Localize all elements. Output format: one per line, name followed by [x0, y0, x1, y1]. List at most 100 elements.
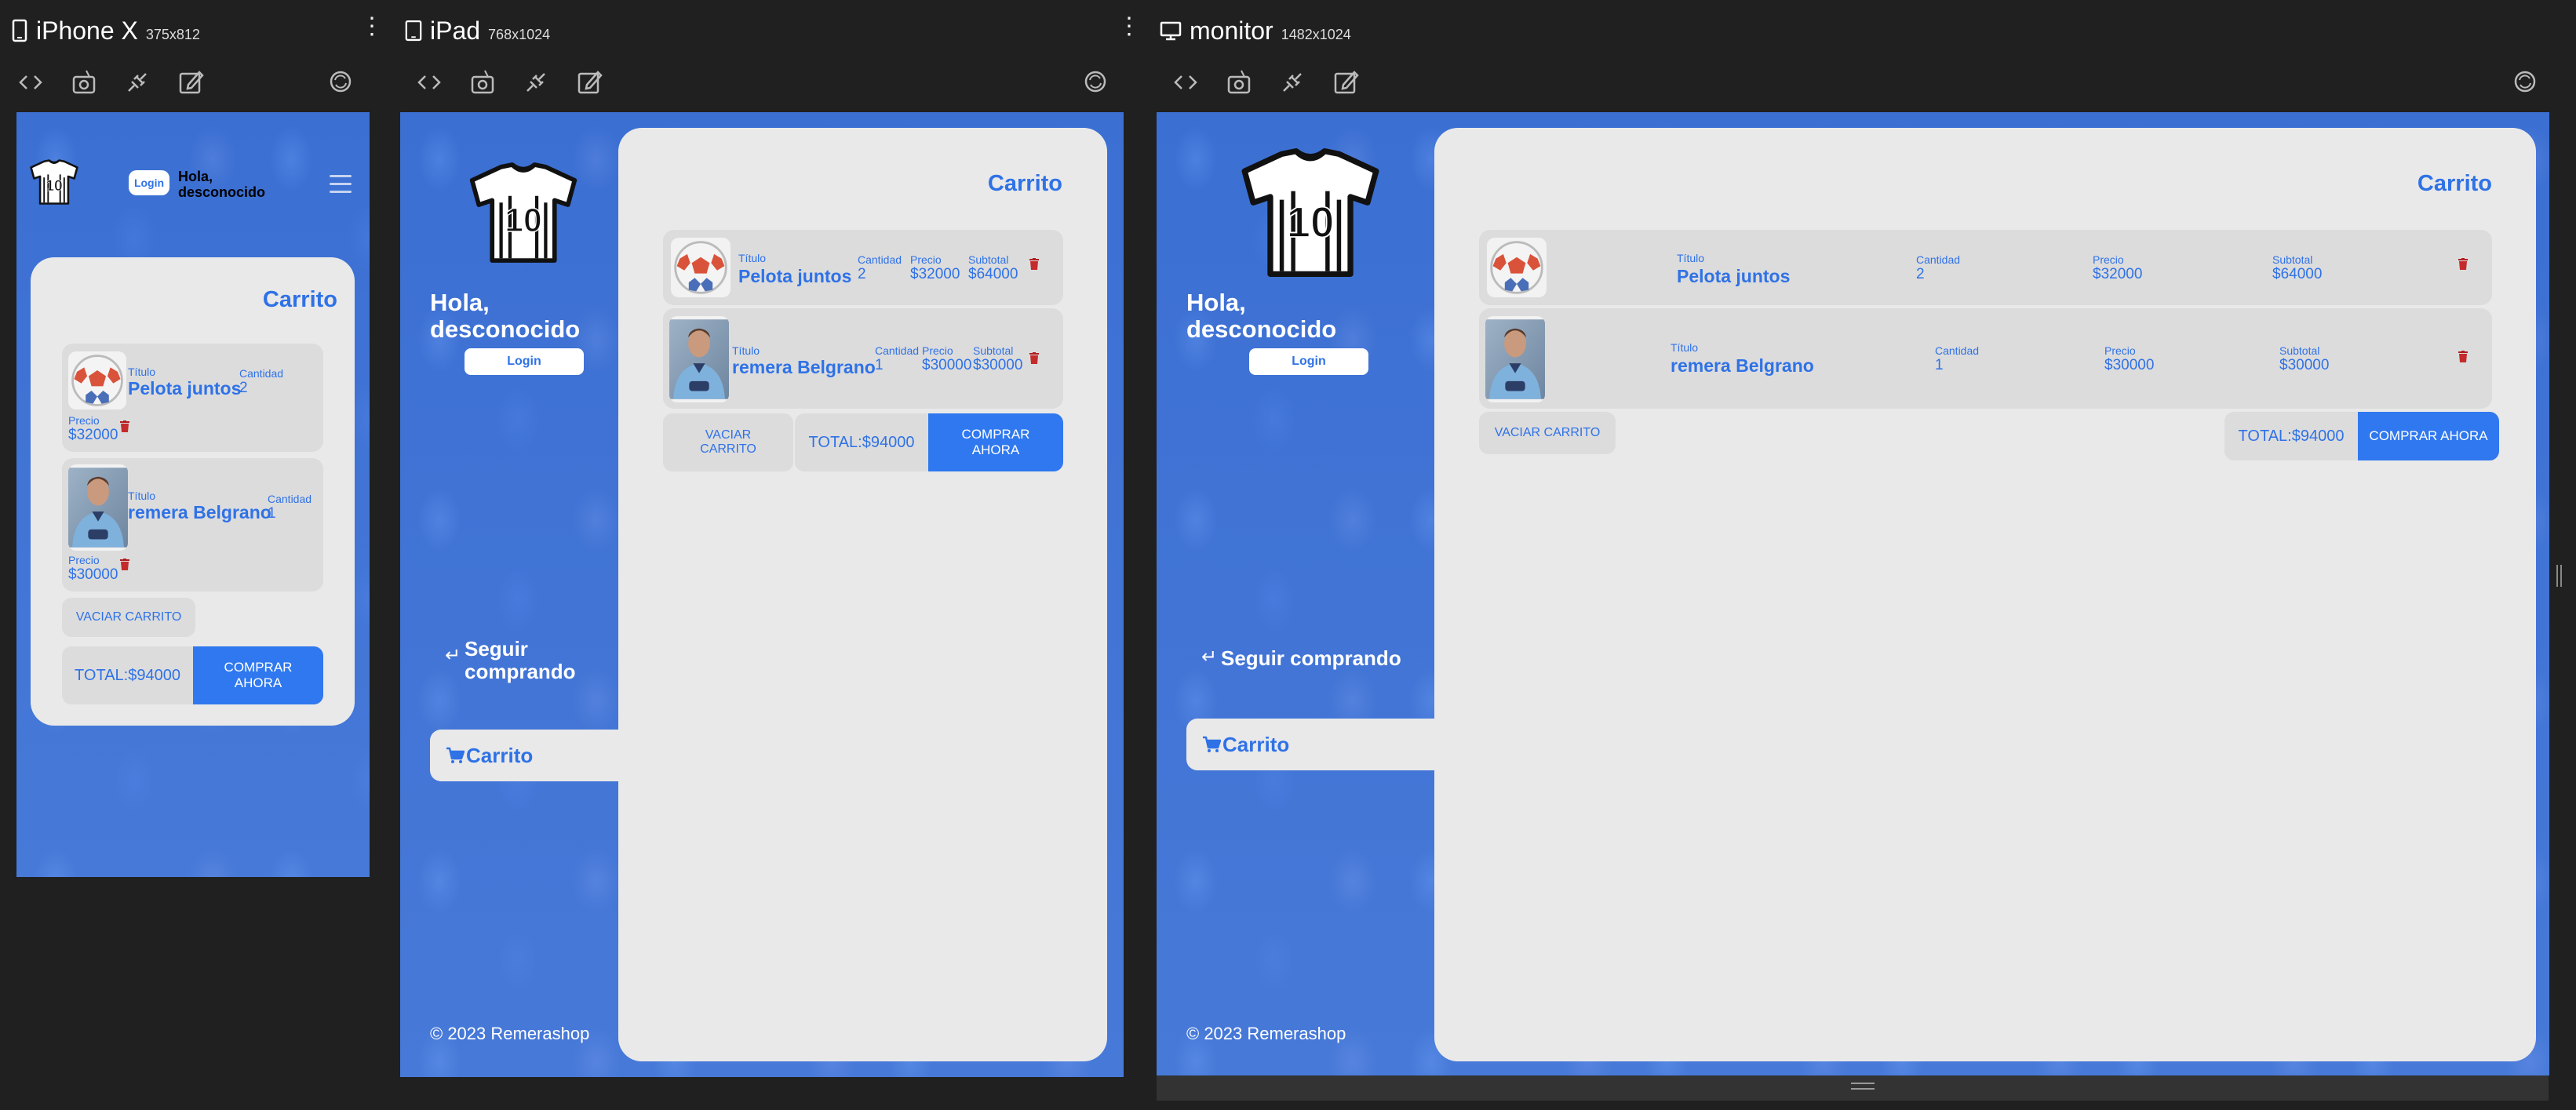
price-label: Precio: [2093, 253, 2124, 266]
plug-icon[interactable]: [521, 67, 551, 97]
resize-handle-vertical[interactable]: [2556, 565, 2566, 588]
device-name: iPhone X: [36, 16, 138, 45]
cart-item: Título remera Belgrano Cantidad 1 Precio…: [663, 308, 1063, 409]
device-toolbar: [414, 67, 604, 97]
title-label: Título: [128, 489, 156, 502]
item-subtotal: $64000: [968, 266, 1018, 282]
logo-jersey: [468, 162, 579, 263]
rotate-icon[interactable]: [2511, 67, 2539, 96]
trash-icon[interactable]: [1029, 352, 1039, 364]
item-quantity: 1: [875, 357, 884, 373]
sidebar-greeting: Hola, desconocido: [430, 289, 581, 343]
sidebar-cart-tab[interactable]: Carrito: [430, 730, 618, 781]
player-photo: [68, 464, 128, 551]
subtotal-label: Subtotal: [2272, 253, 2313, 266]
device-header: iPhone X 375x812 ⋮: [0, 0, 384, 63]
more-vertical-icon[interactable]: ⋮: [1117, 15, 1141, 38]
subtotal-label: Subtotal: [2279, 344, 2320, 357]
cart-panel: Carrito Título Pelota juntos Cantidad 2 …: [31, 257, 355, 726]
sidebar-login-button[interactable]: Login: [465, 348, 584, 375]
edit-icon[interactable]: [176, 67, 206, 97]
item-name: Pelota juntos: [738, 266, 852, 286]
item-price: $32000: [910, 266, 960, 282]
item-quantity: 1: [268, 505, 276, 522]
edit-icon[interactable]: [574, 67, 604, 97]
code-icon[interactable]: [414, 67, 444, 97]
device-frame-ipad: iPad 768x1024 ⋮ Hola, desconocido Login …: [392, 0, 1141, 1110]
device-frame-monitor: monitor 1482x1024 Hola, desconocido Logi…: [1149, 0, 2576, 1110]
item-name: Pelota juntos: [128, 378, 242, 399]
cart-panel: Carrito Título Pelota juntos Cantidad 2 …: [1434, 128, 2536, 1061]
sidebar-login-button[interactable]: Login: [1249, 348, 1368, 375]
camera-icon[interactable]: [1224, 67, 1254, 97]
plug-icon[interactable]: [1277, 67, 1307, 97]
quantity-label: Cantidad: [875, 344, 920, 357]
soccer-ball-icon: [1487, 238, 1547, 297]
price-label: Precio: [910, 253, 942, 266]
cart-item: Título Pelota juntos Cantidad 2 Precio $…: [1479, 230, 2492, 305]
clear-cart-button[interactable]: VACIAR CARRITO: [62, 598, 195, 637]
trash-icon[interactable]: [1029, 258, 1039, 270]
continue-shopping-link[interactable]: ↵ Seguir comprando: [445, 638, 606, 683]
return-arrow-icon: ↵: [1201, 646, 1218, 668]
edit-icon[interactable]: [1331, 67, 1361, 97]
trash-icon[interactable]: [2458, 258, 2468, 270]
quantity-label: Cantidad: [239, 367, 284, 380]
price-label: Precio: [922, 344, 953, 357]
cart-title: Carrito: [262, 287, 337, 312]
item-price: $30000: [2104, 357, 2155, 373]
quantity-label: Cantidad: [1935, 344, 1980, 357]
title-label: Título: [1677, 252, 1705, 264]
more-vertical-icon[interactable]: ⋮: [360, 15, 384, 38]
sidebar-cart-label: Carrito: [1222, 732, 1290, 756]
footer-copyright: © 2023 Remerashop: [1186, 1024, 1346, 1043]
code-icon[interactable]: [1171, 67, 1201, 97]
title-label: Título: [1671, 341, 1699, 354]
resize-handle-horizontal[interactable]: [1157, 1075, 2549, 1101]
code-icon[interactable]: [16, 67, 46, 97]
trash-icon[interactable]: [2458, 351, 2468, 362]
buy-now-button[interactable]: COMPRAR AHORA: [2358, 412, 2499, 460]
item-quantity: 1: [1935, 357, 1944, 373]
item-subtotal: $64000: [2272, 266, 2323, 282]
device-toolbar: [16, 67, 206, 97]
quantity-label: Cantidad: [858, 253, 902, 266]
greeting: Hola, desconocido: [178, 169, 266, 200]
cart-icon: [446, 747, 465, 764]
item-subtotal: $30000: [2279, 357, 2330, 373]
item-price: $30000: [922, 357, 972, 373]
menu-icon[interactable]: [330, 175, 352, 198]
buy-now-button[interactable]: COMPRAR AHORA: [193, 646, 323, 704]
trash-icon[interactable]: [120, 559, 129, 570]
item-name: remera Belgrano: [128, 502, 271, 522]
device-name: monitor: [1190, 16, 1273, 45]
device-size: 768x1024: [488, 27, 551, 42]
camera-icon[interactable]: [69, 67, 99, 97]
sidebar-greeting: Hola, desconocido: [1186, 289, 1337, 343]
item-quantity: 2: [858, 266, 866, 282]
quantity-label: Cantidad: [1916, 253, 1961, 266]
trash-icon[interactable]: [120, 420, 129, 432]
footer-copyright: © 2023 Remerashop: [430, 1024, 590, 1043]
plug-icon[interactable]: [122, 67, 152, 97]
rotate-icon[interactable]: [326, 67, 355, 96]
item-name: Pelota juntos: [1677, 266, 1791, 286]
continue-shopping-link[interactable]: ↵ Seguir comprando: [1201, 646, 1425, 670]
clear-cart-button[interactable]: VACIAR CARRITO: [1479, 412, 1616, 454]
monitor-icon: [1160, 19, 1182, 42]
product-image: [669, 316, 729, 402]
camera-icon[interactable]: [468, 67, 497, 97]
rotate-icon[interactable]: [1081, 67, 1109, 96]
login-button[interactable]: Login: [129, 170, 169, 195]
cart-item: Título remera Belgrano Cantidad 1 Precio…: [1479, 308, 2492, 409]
ipad-screen: Hola, desconocido Login ↵ Seguir compran…: [400, 112, 1124, 1077]
clear-cart-button[interactable]: VACIAR CARRITO: [663, 413, 793, 471]
cart-title: Carrito: [987, 171, 1062, 196]
title-label: Título: [738, 252, 767, 264]
sidebar-cart-tab[interactable]: Carrito: [1186, 719, 1434, 770]
item-price: $30000: [68, 566, 118, 583]
soccer-ball-icon: [68, 351, 126, 409]
title-label: Título: [128, 366, 156, 378]
buy-now-button[interactable]: COMPRAR AHORA: [928, 413, 1063, 471]
quantity-label: Cantidad: [268, 493, 312, 505]
